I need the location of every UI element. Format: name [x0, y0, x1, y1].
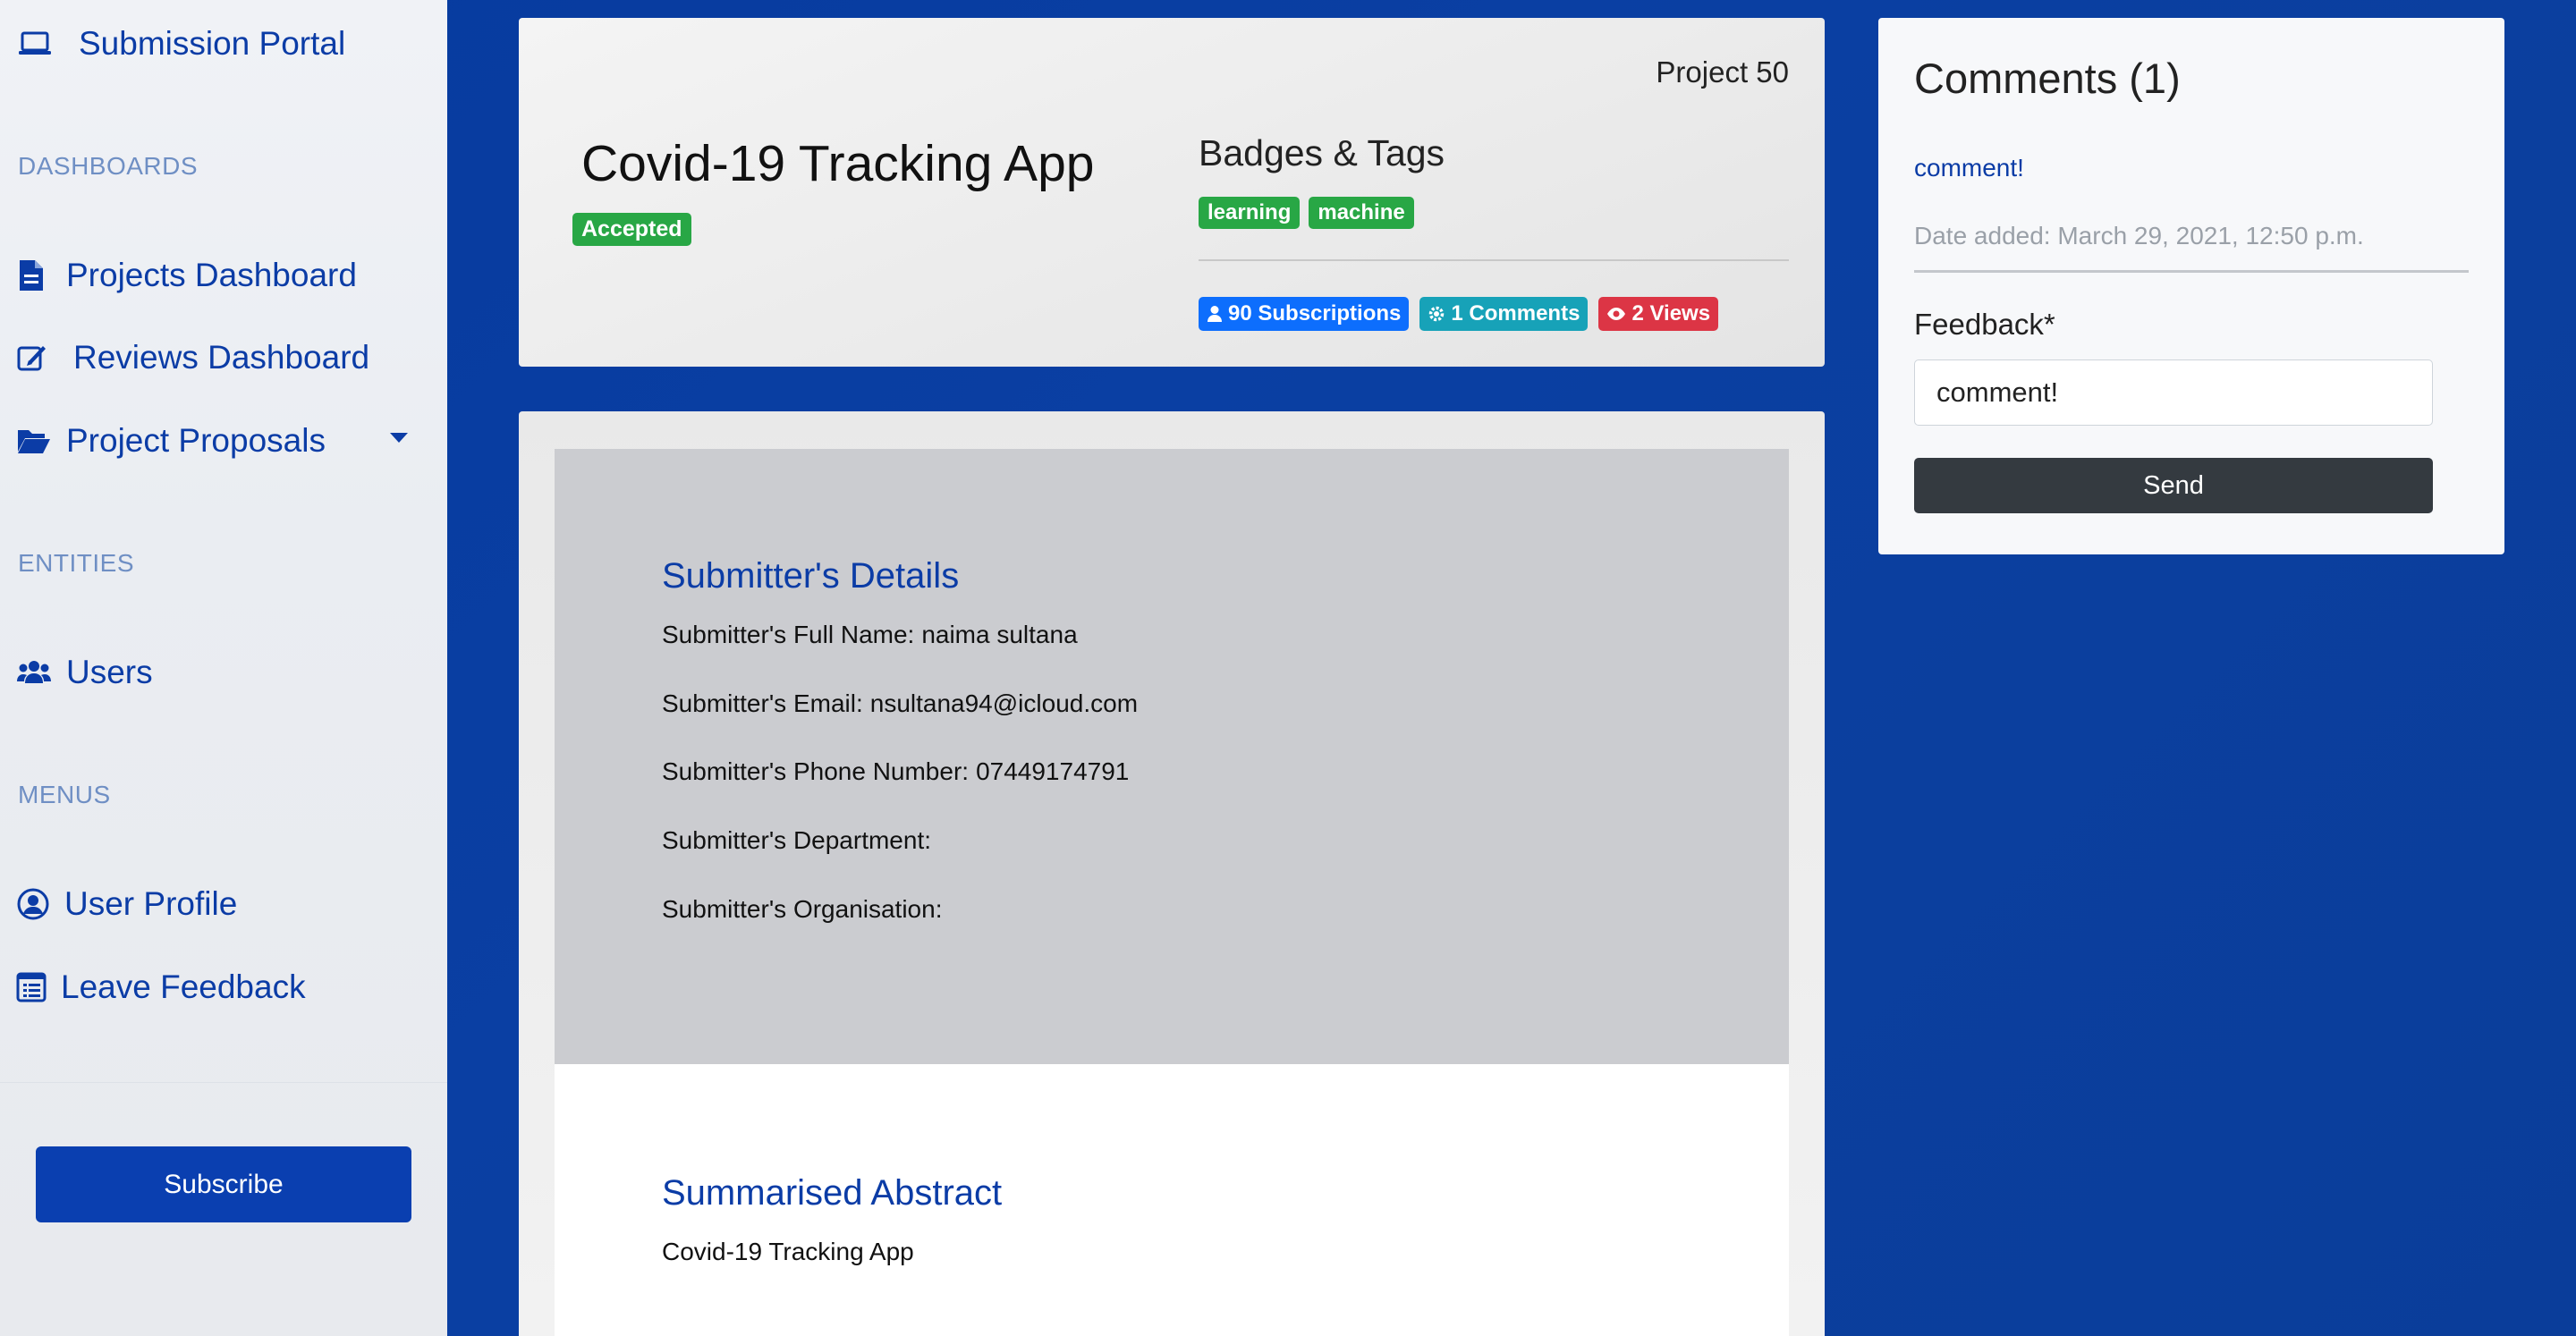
subscriptions-badge: 90 Subscriptions — [1199, 297, 1410, 331]
section-title-dashboards: DASHBOARDS — [18, 152, 199, 180]
chevron-down-icon[interactable] — [390, 433, 408, 443]
subscribe-button[interactable]: Subscribe — [36, 1146, 411, 1222]
sidebar-item-label: Users — [66, 654, 153, 690]
edit-icon — [17, 346, 46, 371]
comments-title: Comments (1) — [1914, 55, 2181, 102]
tag-badge[interactable]: machine — [1309, 197, 1414, 229]
sidebar-item-users[interactable]: Users — [16, 654, 153, 691]
abstract-panel: Summarised Abstract Covid-19 Tracking Ap… — [555, 1064, 1789, 1336]
sidebar-item-leave-feedback[interactable]: Leave Feedback — [16, 968, 306, 1006]
field-value: naima sultana — [921, 621, 1078, 648]
views-badge: 2 Views — [1598, 297, 1719, 331]
field-label: Submitter's Full Name: — [662, 621, 915, 648]
divider — [1199, 259, 1789, 261]
field-value: 07449174791 — [976, 757, 1130, 785]
section-title-menus: MENUS — [18, 781, 111, 808]
sidebar-item-label: Projects Dashboard — [66, 257, 357, 293]
submitter-details-heading: Submitter's Details — [662, 556, 960, 596]
divider — [1914, 270, 2469, 273]
user-circle-icon — [17, 888, 49, 920]
submitter-email: Submitter's Email: nsultana94@icloud.com — [662, 689, 1138, 718]
submitter-details-panel: Submitter's Details Submitter's Full Nam… — [555, 449, 1789, 1064]
list-alt-icon — [16, 972, 47, 1002]
sidebar-item-label: Leave Feedback — [61, 968, 306, 1005]
brand-link[interactable]: Submission Portal — [18, 25, 345, 63]
sidebar-item-projects-dashboard[interactable]: Projects Dashboard — [16, 257, 357, 294]
sidebar-item-label: Reviews Dashboard — [73, 339, 370, 376]
page-title: Covid-19 Tracking App — [581, 135, 1095, 192]
send-button[interactable]: Send — [1914, 458, 2433, 513]
comment-text: comment! — [1914, 154, 2024, 182]
submitter-organisation: Submitter's Organisation: — [662, 895, 949, 924]
cog-icon — [1429, 306, 1445, 322]
tag-list: learning machine — [1199, 197, 1414, 229]
file-icon — [20, 260, 43, 291]
sidebar-item-user-profile[interactable]: User Profile — [16, 885, 237, 923]
project-header-card: Project 50 Covid-19 Tracking App Accepte… — [519, 18, 1825, 367]
sidebar-item-label: Project Proposals — [66, 422, 326, 459]
sidebar: Submission Portal DASHBOARDS Projects Da… — [0, 0, 447, 1336]
stats-badges: 90 Subscriptions 1 Comments 2 Views — [1199, 297, 1719, 331]
comments-badge: 1 Comments — [1419, 297, 1589, 331]
badges-tags-heading: Badges & Tags — [1199, 132, 1445, 173]
views-count: 2 Views — [1631, 301, 1711, 326]
tag-badge[interactable]: learning — [1199, 197, 1301, 229]
submitter-phone: Submitter's Phone Number: 07449174791 — [662, 757, 1129, 786]
field-label: Submitter's Email: — [662, 689, 863, 717]
sidebar-item-reviews-dashboard[interactable]: Reviews Dashboard — [16, 339, 369, 376]
folder-open-icon — [18, 430, 50, 453]
brand-label: Submission Portal — [79, 25, 346, 62]
comment-date: Date added: March 29, 2021, 12:50 p.m. — [1914, 222, 2364, 249]
laptop-icon — [19, 31, 51, 55]
abstract-heading: Summarised Abstract — [662, 1173, 1003, 1213]
submitter-full-name: Submitter's Full Name: naima sultana — [662, 621, 1078, 649]
users-icon — [17, 661, 51, 683]
user-icon — [1208, 306, 1222, 322]
eye-icon — [1607, 308, 1626, 320]
feedback-label: Feedback* — [1914, 308, 2055, 341]
abstract-text: Covid-19 Tracking App — [662, 1238, 914, 1265]
feedback-input[interactable] — [1914, 359, 2433, 426]
comments-card: Comments (1) comment! Date added: March … — [1878, 18, 2504, 554]
field-label: Submitter's Department: — [662, 826, 932, 854]
field-label: Submitter's Organisation: — [662, 895, 943, 923]
field-label: Submitter's Phone Number: — [662, 757, 970, 785]
sidebar-divider — [0, 1082, 447, 1083]
submitter-department: Submitter's Department: — [662, 826, 938, 855]
section-title-entities: ENTITIES — [18, 549, 135, 577]
comments-count: 1 Comments — [1451, 301, 1580, 326]
sidebar-item-label: User Profile — [64, 885, 238, 922]
sidebar-item-project-proposals[interactable]: Project Proposals — [16, 422, 326, 460]
subscriptions-count: 90 Subscriptions — [1228, 301, 1402, 326]
project-number: Project 50 — [1656, 55, 1789, 89]
field-value: nsultana94@icloud.com — [869, 689, 1139, 717]
status-badge: Accepted — [572, 213, 691, 246]
